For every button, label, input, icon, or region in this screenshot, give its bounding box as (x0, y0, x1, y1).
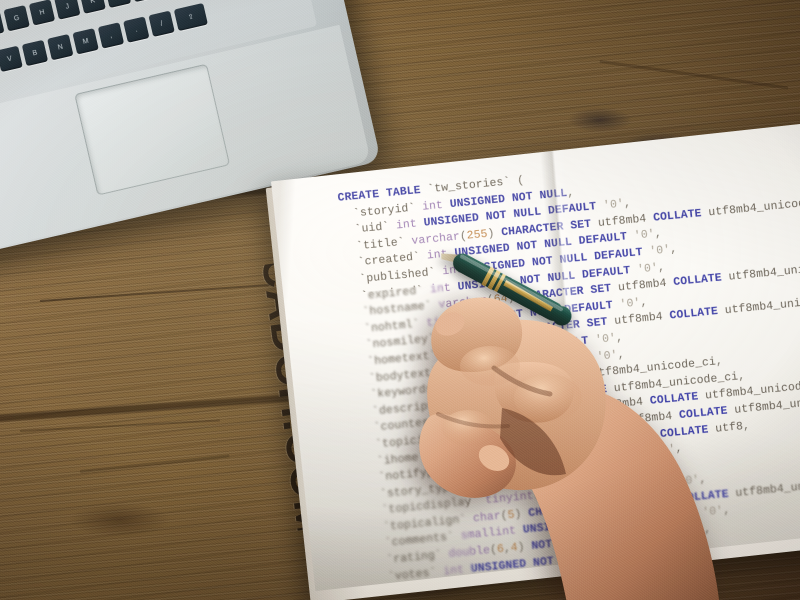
keyboard-key-j[interactable]: J (54, 0, 81, 20)
photo-scene: ~1234567890-=del QWERTYUIOP[]\ ASDFGHJKL… (0, 0, 800, 600)
keyboard-key-x[interactable]: / (148, 10, 175, 37)
knuckle-highlight (514, 374, 582, 422)
keyboard-key-x[interactable]: ⇧ (173, 2, 208, 32)
keyboard-key-x[interactable]: ; (130, 0, 157, 3)
sql-token-ident: utf8mb4 (597, 213, 647, 230)
keyboard-key-m[interactable]: M (72, 28, 99, 55)
sql-token-punc: , (669, 243, 678, 257)
sql-token-punc: , (737, 370, 746, 384)
keyboard-key-x[interactable]: , (97, 22, 125, 49)
sql-token-lit: '0' (633, 229, 656, 243)
sql-token-punc: ( (516, 174, 525, 188)
sql-token-lit: '0' (648, 244, 671, 259)
sql-token-lit: '0' (602, 198, 625, 213)
human-hand (419, 297, 720, 600)
sql-token-punc: , (742, 419, 751, 433)
keyboard-key-g[interactable]: G (3, 5, 30, 32)
sql-token-punc: , (623, 198, 632, 211)
keyboard-key-h[interactable]: H (28, 0, 56, 26)
sql-token-type: int (395, 218, 418, 233)
keyboard-key-v[interactable]: V (0, 45, 23, 73)
keyboard-key-k[interactable]: K (79, 0, 106, 14)
keyboard-key-n[interactable]: N (47, 33, 74, 61)
sql-token-punc: , (654, 228, 663, 241)
keyboard-key-b[interactable]: B (21, 39, 49, 67)
keyboard-key-x[interactable]: . (123, 16, 150, 43)
sql-token-type: int (421, 199, 444, 214)
keyboard-key-l[interactable]: L (104, 0, 132, 9)
